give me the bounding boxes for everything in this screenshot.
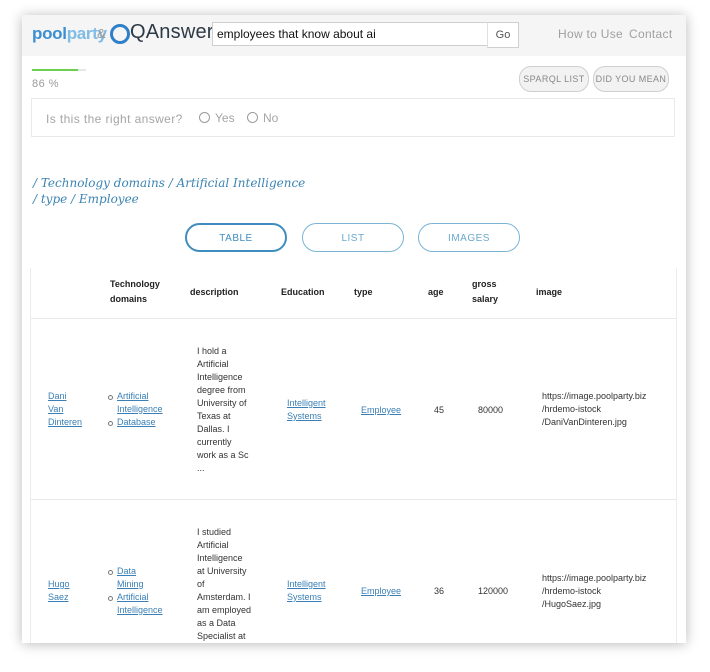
row-divider (31, 318, 676, 319)
confidence-progress-bar (32, 69, 86, 71)
confidence-label: 86 % (32, 78, 60, 90)
row-1-domains: Artificial Intelligence Database (108, 390, 163, 429)
row-2-domains: Data Mining Artificial Intelligence (108, 565, 163, 617)
results-table: Technology domains description Education … (30, 268, 677, 643)
sparql-list-button[interactable]: SPARQL LIST (519, 66, 589, 92)
feedback-no-option[interactable]: No (247, 111, 278, 125)
row-1-image-url: https://image.poolparty.biz/hrdemo-istoc… (542, 391, 647, 427)
nav-contact[interactable]: Contact (629, 27, 672, 41)
row-1-salary: 80000 (478, 405, 504, 415)
row-2-salary: 120000 (478, 586, 509, 596)
row-2-education-link[interactable]: Intelligent Systems (287, 578, 326, 604)
poolparty-logo[interactable]: poolparty (32, 24, 107, 44)
row-2-description: I studied Artificial Intelligence at Univer… (197, 527, 252, 641)
radio-circle-icon[interactable] (199, 112, 210, 123)
qanswer-logo[interactable]: QAnswer (130, 21, 214, 44)
header-type[interactable]: type (354, 285, 373, 300)
nav-how-to-use[interactable]: How to Use (558, 27, 623, 41)
header-gross-salary[interactable]: gross salary (472, 277, 498, 307)
header-technology-domains[interactable]: Technology domains (110, 277, 160, 307)
row-2-type-link[interactable]: Employee (361, 585, 401, 598)
row-1-name-link[interactable]: Dani Van Dinteren (48, 390, 82, 429)
row-2-image-url: https://image.poolparty.biz/hrdemo-istoc… (542, 573, 647, 609)
top-bar: poolparty & QAnswer Go How to Use Contac… (22, 15, 686, 56)
tab-images[interactable]: IMAGES (418, 223, 520, 252)
list-item[interactable]: Artificial Intelligence (108, 591, 163, 617)
go-button[interactable]: Go (487, 22, 519, 48)
header-image[interactable]: image (536, 285, 562, 300)
list-item[interactable]: Data Mining (108, 565, 163, 591)
search-input[interactable] (212, 22, 488, 46)
row-1-education-link[interactable]: Intelligent Systems (287, 397, 326, 423)
header-description[interactable]: description (190, 285, 239, 300)
list-item[interactable]: Artificial Intelligence (108, 390, 163, 416)
logo-ampersand: & (97, 26, 106, 41)
row-divider (31, 499, 676, 500)
tab-list[interactable]: LIST (302, 223, 404, 252)
header-age[interactable]: age (428, 285, 444, 300)
tab-table[interactable]: TABLE (185, 223, 287, 252)
qanswer-ring-icon (110, 24, 130, 44)
row-1-type-link[interactable]: Employee (361, 404, 401, 417)
row-1-age: 45 (434, 405, 445, 415)
confidence-progress-fill (32, 69, 79, 71)
header-education[interactable]: Education (281, 285, 325, 300)
answer-feedback-box: Is this the right answer? Yes No (31, 98, 675, 137)
list-item[interactable]: Database (108, 416, 163, 429)
did-you-mean-button[interactable]: DID YOU MEAN (593, 66, 669, 92)
row-2-name-link[interactable]: Hugo Saez (48, 578, 70, 604)
radio-circle-icon[interactable] (247, 112, 258, 123)
row-2-age: 36 (434, 586, 445, 596)
breadcrumb-line-2[interactable]: / type / Employee (33, 192, 139, 206)
feedback-yes-option[interactable]: Yes (199, 111, 235, 125)
breadcrumb-line-1[interactable]: / Technology domains / Artificial Intell… (33, 176, 305, 190)
feedback-question: Is this the right answer? (46, 112, 183, 126)
row-1-description: I hold a Artificial Intelligence degree fro… (197, 346, 249, 473)
app-window: poolparty & QAnswer Go How to Use Contac… (22, 15, 686, 643)
